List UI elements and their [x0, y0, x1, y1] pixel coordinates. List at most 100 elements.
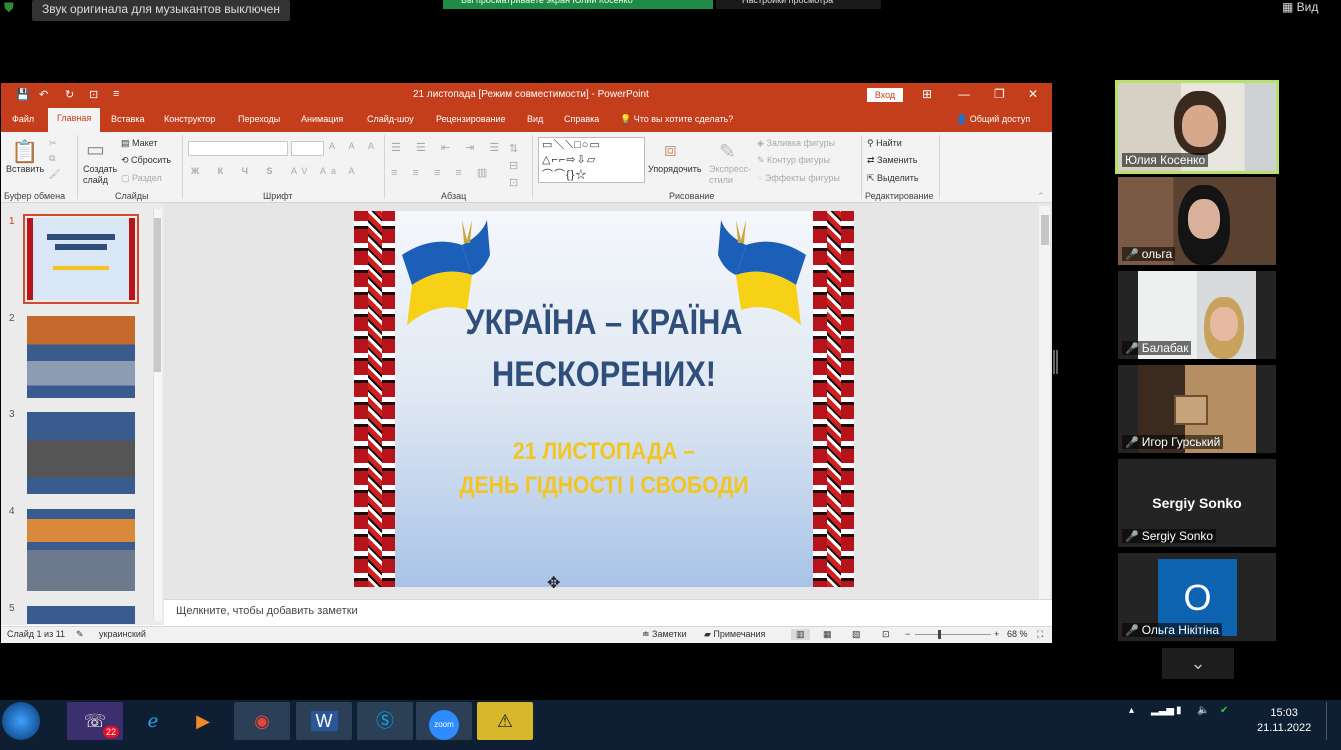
volume-icon[interactable]: 🔈 — [1197, 705, 1209, 716]
undo-icon[interactable]: ↶ — [39, 88, 48, 101]
spellcheck-icon[interactable]: ✎ — [76, 629, 84, 640]
collapse-ribbon-icon[interactable]: ⌃ — [1037, 191, 1045, 202]
font-size-select[interactable] — [291, 141, 324, 156]
tab-view[interactable]: Вид — [527, 114, 543, 124]
slide-thumbnail-2[interactable] — [27, 316, 135, 398]
shape-outline-button[interactable]: ✎ Контур фигуры — [757, 155, 830, 166]
arrange-button[interactable]: Упорядочить — [648, 164, 702, 174]
system-clock[interactable]: 15:03 21.11.2022 — [1257, 706, 1311, 736]
tab-insert[interactable]: Вставка — [111, 114, 144, 124]
chrome-taskbar-button[interactable]: ◉ — [234, 702, 290, 740]
tab-slideshow[interactable]: Слайд-шоу — [367, 114, 414, 124]
start-button[interactable] — [2, 702, 40, 740]
find-button[interactable]: ⚲ Найти — [867, 138, 902, 149]
media-player-taskbar-button[interactable]: ▶ — [175, 702, 231, 740]
select-button[interactable]: ⇱ Выделить — [867, 173, 919, 184]
replace-button[interactable]: ⇄ Заменить — [867, 155, 918, 166]
reset-button[interactable]: ⟲ Сбросить — [121, 155, 171, 166]
paste-icon[interactable]: 📋 — [11, 139, 38, 165]
show-hidden-icons[interactable]: ▴ — [1129, 705, 1134, 716]
tab-design[interactable]: Конструктор — [164, 114, 215, 124]
redo-icon[interactable]: ↻ — [65, 88, 74, 101]
tab-review[interactable]: Рецензирование — [436, 114, 506, 124]
slideshow-icon[interactable]: ⊡ — [89, 88, 98, 101]
layout-button[interactable]: ▤ Макет — [121, 138, 158, 149]
zoom-taskbar-button[interactable]: zoom — [416, 702, 472, 740]
slide-thumbnail-3[interactable] — [27, 412, 135, 494]
cut-icon[interactable]: ✂ — [49, 138, 57, 149]
section-button[interactable]: ▢ Раздел — [121, 173, 162, 184]
participant-video[interactable]: 🎤 Игор Гурський — [1118, 365, 1276, 453]
warning-taskbar-button[interactable]: ⚠ — [477, 702, 533, 740]
slide-sorter-icon[interactable]: ▦ — [823, 629, 832, 640]
save-icon[interactable]: 💾 — [16, 88, 30, 101]
tab-animations[interactable]: Анимация — [301, 114, 343, 124]
normal-view-icon[interactable]: ▥ — [791, 629, 810, 640]
fit-slide-icon[interactable]: ⛶ — [1037, 629, 1043, 640]
font-style-buttons[interactable]: Ж К Ч S — [191, 166, 280, 176]
tab-help[interactable]: Справка — [564, 114, 599, 124]
quick-styles-button[interactable]: Экспресс-стили — [709, 164, 751, 186]
new-slide-button[interactable]: Создать слайд — [83, 164, 117, 186]
ie-taskbar-button[interactable]: ℯ — [125, 702, 181, 740]
signal-icon[interactable]: ▂▃▅ — [1151, 705, 1174, 716]
arrange-icon[interactable]: ⧈ — [664, 139, 677, 162]
language-status[interactable]: украинский — [99, 629, 146, 639]
tab-transitions[interactable]: Переходы — [238, 114, 280, 124]
slide-scroll-thumb[interactable] — [1041, 215, 1049, 245]
zoom-slider[interactable] — [915, 634, 991, 635]
minimize-icon[interactable]: — — [958, 87, 970, 101]
participant-tile[interactable]: Sergiy Sonko 🎤 Sergiy Sonko — [1118, 459, 1276, 547]
zoom-out-icon[interactable]: − — [905, 629, 910, 639]
copy-icon[interactable]: ⧉ — [49, 153, 55, 164]
notes-placeholder[interactable]: Щелкните, чтобы добавить заметки — [176, 605, 358, 617]
tab-home[interactable]: Главная — [48, 108, 101, 132]
participant-video[interactable]: 🎤 Балабак — [1118, 271, 1276, 359]
slide-scrollbar[interactable] — [1039, 206, 1050, 599]
participant-video[interactable]: 🎤 ольга — [1118, 177, 1276, 265]
notes-toggle[interactable]: ≐ Заметки — [642, 629, 686, 640]
slide-thumbnail-4[interactable] — [27, 509, 135, 591]
word-taskbar-button[interactable]: W — [296, 702, 352, 740]
shape-fill-button[interactable]: ◈ Заливка фигуры — [757, 138, 835, 149]
slideshow-view-icon[interactable]: ⊡ — [882, 629, 890, 640]
restore-icon[interactable]: ❐ — [994, 87, 1005, 101]
shape-effects-button[interactable]: ◌ Эффекты фигуры — [757, 173, 840, 183]
view-button[interactable]: ▦ Вид — [1282, 0, 1318, 14]
ribbon-display-icon[interactable]: ⊞ — [922, 87, 932, 101]
paste-button[interactable]: Вставить — [6, 164, 44, 174]
quick-styles-icon[interactable]: ✎ — [719, 139, 736, 164]
viber-taskbar-button[interactable]: ☏ 22 — [67, 702, 123, 740]
skype-taskbar-button[interactable]: Ⓢ — [357, 702, 413, 740]
view-settings-button[interactable]: Настройки просмотра — [716, 0, 881, 9]
share-button[interactable]: 👤 Общий доступ — [956, 114, 1030, 125]
sync-icon[interactable]: ✔ — [1220, 705, 1228, 716]
reading-view-icon[interactable]: ▧ — [852, 629, 861, 640]
font-family-select[interactable] — [188, 141, 288, 156]
slide-thumbnail-5[interactable] — [27, 606, 135, 624]
login-button[interactable]: Вход — [867, 88, 903, 102]
tab-file[interactable]: Файл — [12, 114, 34, 124]
current-slide[interactable]: УКРАЇНА – КРАЇНА НЕСКОРЕНИХ! 21 ЛИСТОПАД… — [354, 211, 854, 587]
text-direction-buttons[interactable]: ⇅ ⊟ ⊡ — [509, 141, 518, 192]
participant-video[interactable]: Юлия Косенко — [1115, 80, 1279, 174]
customize-toolbar-icon[interactable]: ≡ — [113, 88, 119, 100]
panel-resize-handle[interactable] — [1053, 350, 1058, 374]
zoom-level[interactable]: 68 % — [1007, 629, 1028, 639]
zoom-slider-thumb[interactable] — [938, 630, 941, 639]
show-desktop-button[interactable] — [1326, 702, 1332, 740]
battery-icon[interactable]: ▮ — [1176, 705, 1182, 716]
comments-toggle[interactable]: ▰ Примечания — [704, 629, 765, 640]
list-buttons[interactable]: ☰ ☰ ⇤ ⇥ ☰ — [391, 141, 505, 154]
tell-me-search[interactable]: 💡 Что вы хотите сделать? — [620, 114, 733, 125]
zoom-in-icon[interactable]: + — [994, 629, 999, 639]
new-slide-icon[interactable]: ▭ — [86, 137, 105, 162]
participant-tile[interactable]: O 🎤 Ольга Нікітіна — [1118, 553, 1276, 641]
format-painter-icon[interactable]: 🖌 — [49, 169, 60, 180]
align-buttons[interactable]: ≡ ≡ ≡ ≡ ▥ — [391, 166, 493, 179]
thumbnails-scroll-thumb[interactable] — [154, 218, 161, 372]
slide-thumbnail-1[interactable] — [23, 214, 139, 304]
close-icon[interactable]: ✕ — [1028, 87, 1038, 101]
shapes-gallery[interactable]: ▭＼⟍□○▭ △⌐⌐⇨⇩▱ ⌒⌒{}☆ — [538, 137, 645, 183]
font-color-buttons[interactable]: AV Аа А — [291, 166, 359, 176]
